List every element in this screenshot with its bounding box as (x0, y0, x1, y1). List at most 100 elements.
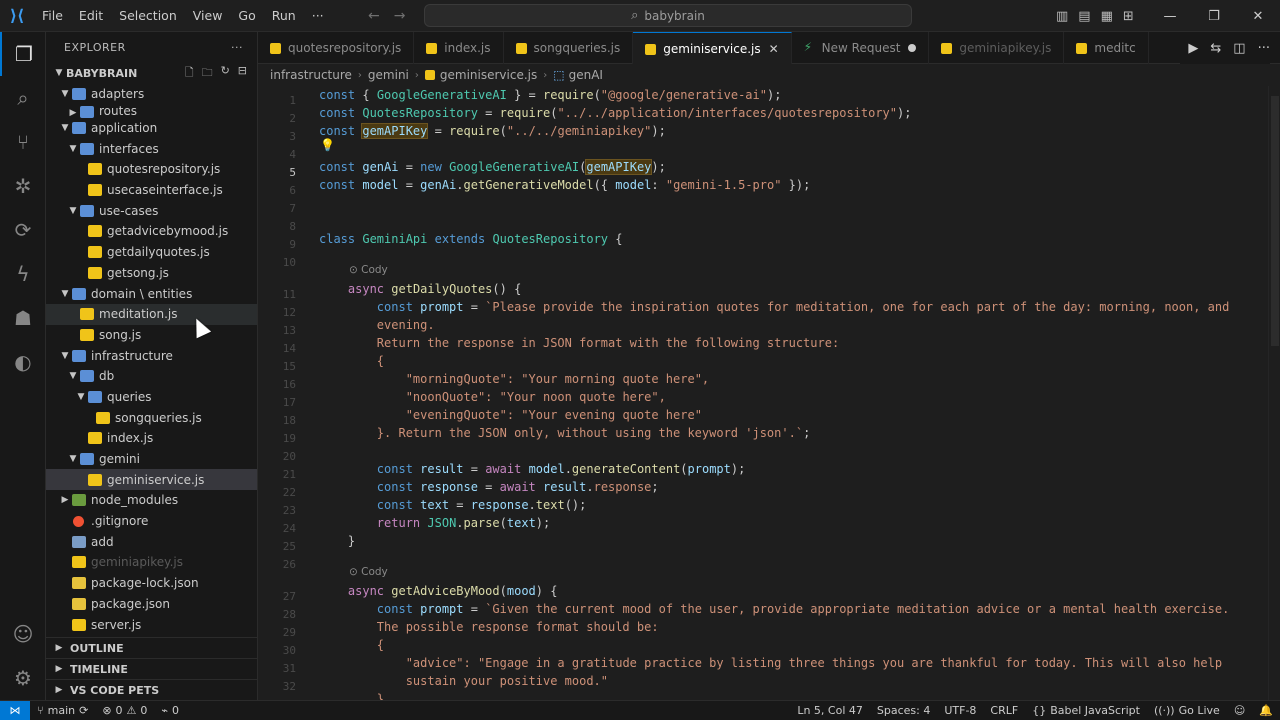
explorer-more-icon[interactable]: ··· (231, 41, 243, 54)
tree-file[interactable]: .gitignore (46, 511, 257, 532)
more-actions-icon[interactable]: ··· (1258, 41, 1270, 56)
customize-layout-icon[interactable]: ⊞ (1123, 9, 1134, 24)
accounts-icon[interactable]: ☺ (0, 612, 46, 656)
breadcrumb-gemini[interactable]: gemini (368, 68, 409, 82)
code-editor[interactable]: 1 2 3 4 5 6 7 8 9 10 11 12 13 14 15 16 17 18 19 20 21 22 23 24 2… (258, 86, 1268, 700)
tree-file[interactable]: package-lock.json (46, 573, 257, 594)
split-editor-icon[interactable]: ◫ (1233, 41, 1245, 56)
minimize-icon[interactable]: — (1148, 0, 1192, 32)
toggle-sidebar-icon[interactable]: ▥ (1056, 9, 1068, 24)
go-live-button[interactable]: ((·)) Go Live (1147, 704, 1227, 717)
menu-edit[interactable]: Edit (71, 0, 111, 32)
tree-file[interactable]: songqueries.js (46, 407, 257, 428)
tab-meditation[interactable]: meditc (1064, 32, 1149, 64)
cody-icon[interactable]: ◐ (0, 340, 46, 384)
code-line: sustain your positive mood." (405, 674, 608, 688)
tree-file[interactable]: quotesrepository.js (46, 159, 257, 180)
tree-folder[interactable]: ▼ gemini (46, 449, 257, 470)
compare-changes-icon[interactable]: ⇆ (1210, 41, 1221, 56)
vscode-pets-section[interactable]: ▶ VS CODE PETS (46, 679, 257, 700)
breadcrumb-infrastructure[interactable]: infrastructure (270, 68, 352, 82)
new-file-icon[interactable]: 🗋 (185, 64, 194, 83)
refresh-icon[interactable]: ↻ (221, 64, 230, 83)
tab-geminiservice[interactable]: geminiservice.js ✕ (633, 32, 792, 64)
menu-selection[interactable]: Selection (111, 0, 185, 32)
feedback-icon[interactable]: ☺ (1227, 704, 1252, 717)
menu-go[interactable]: Go (230, 0, 263, 32)
tree-folder[interactable]: ▼ db (46, 366, 257, 387)
tree-file[interactable]: package.json (46, 594, 257, 615)
remote-explorer-icon[interactable]: ⟳ (0, 208, 46, 252)
restore-icon[interactable]: ❐ (1192, 0, 1236, 32)
tab-quotesrepository[interactable]: quotesrepository.js (258, 32, 415, 64)
tree-folder[interactable]: ▼ interfaces (46, 138, 257, 159)
new-folder-icon[interactable]: 🗀 (202, 64, 213, 83)
settings-gear-icon[interactable]: ⚙ (0, 656, 46, 700)
forward-arrow-icon[interactable]: → (394, 8, 406, 24)
source-control-icon[interactable]: ⑂ (0, 120, 46, 164)
tree-file[interactable]: index.js (46, 428, 257, 449)
search-view-icon[interactable]: ⌕ (0, 76, 46, 120)
editor-scrollbar[interactable] (1268, 86, 1280, 700)
indentation[interactable]: Spaces: 4 (870, 704, 937, 717)
tree-file[interactable]: getdailyquotes.js (46, 242, 257, 263)
tree-file[interactable]: meditation.js (46, 303, 257, 325)
problems-indicator[interactable]: ⊗ 0 ⚠ 0 (95, 704, 154, 717)
tree-folder[interactable]: ▼ application (46, 118, 257, 139)
breadcrumb-file[interactable]: geminiservice.js (440, 68, 537, 82)
tab-index[interactable]: index.js (414, 32, 504, 64)
ports-indicator[interactable]: ⌁ 0 (154, 704, 186, 717)
outline-section[interactable]: ▶ OUTLINE (46, 637, 257, 658)
scrollbar-thumb[interactable] (1271, 96, 1279, 346)
branch-indicator[interactable]: ⑂ main ⟳ (30, 704, 95, 717)
timeline-section[interactable]: ▶ TIMELINE (46, 658, 257, 679)
cody-codelens[interactable]: ⊙ Cody (349, 566, 388, 578)
tree-folder[interactable]: ▶ routes (46, 105, 257, 118)
cursor-position[interactable]: Ln 5, Col 47 (790, 704, 870, 717)
tree-file[interactable]: geminiservice.js (46, 469, 257, 491)
run-file-icon[interactable]: ▶ (1188, 41, 1198, 56)
lightbulb-icon[interactable]: 💡 (320, 138, 335, 152)
collapse-all-icon[interactable]: ⊟ (238, 64, 247, 83)
tree-file[interactable]: server.js (46, 614, 257, 635)
tree-file[interactable]: usecaseinterface.js (46, 180, 257, 201)
command-center-search[interactable]: ⌕ babybrain (424, 4, 912, 27)
tab-geminiapikey[interactable]: geminiapikey.js (929, 32, 1065, 64)
menu-more[interactable]: ··· (304, 0, 332, 32)
close-tab-icon[interactable]: ✕ (769, 42, 779, 56)
tree-file[interactable]: geminiapikey.js (46, 552, 257, 573)
explorer-icon[interactable]: ❐ (0, 32, 46, 76)
tree-folder[interactable]: ▼ infrastructure (46, 345, 257, 366)
workspace-root[interactable]: ▼ BABYBRAIN 🗋 🗀 ↻ ⊟ (46, 62, 257, 84)
tree-folder[interactable]: ▼ use-cases (46, 200, 257, 221)
sync-icon[interactable]: ⟳ (79, 704, 88, 717)
tab-new-request[interactable]: ⚡ New Request (792, 32, 930, 64)
run-debug-icon[interactable]: ✲ (0, 164, 46, 208)
tab-songqueries[interactable]: songqueries.js (504, 32, 634, 64)
tree-file[interactable]: getsong.js (46, 263, 257, 284)
back-arrow-icon[interactable]: ← (368, 8, 380, 24)
tree-folder[interactable]: ▼ queries (46, 387, 257, 408)
end-of-line[interactable]: CRLF (983, 704, 1025, 717)
tree-file[interactable]: add (46, 531, 257, 552)
tree-item-label: server.js (91, 617, 142, 632)
cody-codelens[interactable]: ⊙ Cody (349, 264, 388, 276)
close-window-icon[interactable]: ✕ (1236, 0, 1280, 32)
tree-folder[interactable]: ▼ domain \ entities (46, 283, 257, 304)
tree-folder[interactable]: ▼ adapters (46, 84, 257, 105)
remote-indicator-icon[interactable]: ⋈ (0, 700, 30, 720)
encoding[interactable]: UTF-8 (937, 704, 983, 717)
tree-file[interactable]: song.js (46, 325, 257, 346)
menu-view[interactable]: View (185, 0, 231, 32)
toggle-panel-icon[interactable]: ▤ (1078, 9, 1090, 24)
thunder-client-icon[interactable]: ϟ (0, 252, 46, 296)
breadcrumb-symbol[interactable]: genAI (569, 68, 603, 82)
notifications-bell-icon[interactable]: 🔔 (1252, 704, 1280, 717)
menu-file[interactable]: File (34, 0, 71, 32)
menu-run[interactable]: Run (264, 0, 304, 32)
language-mode[interactable]: {} Babel JavaScript (1025, 704, 1147, 717)
toggle-secondary-sidebar-icon[interactable]: ▦ (1101, 9, 1113, 24)
extensions-icon[interactable]: ☗ (0, 296, 46, 340)
tree-folder[interactable]: ▶ node_modules (46, 490, 257, 511)
tree-file[interactable]: getadvicebymood.js (46, 221, 257, 242)
